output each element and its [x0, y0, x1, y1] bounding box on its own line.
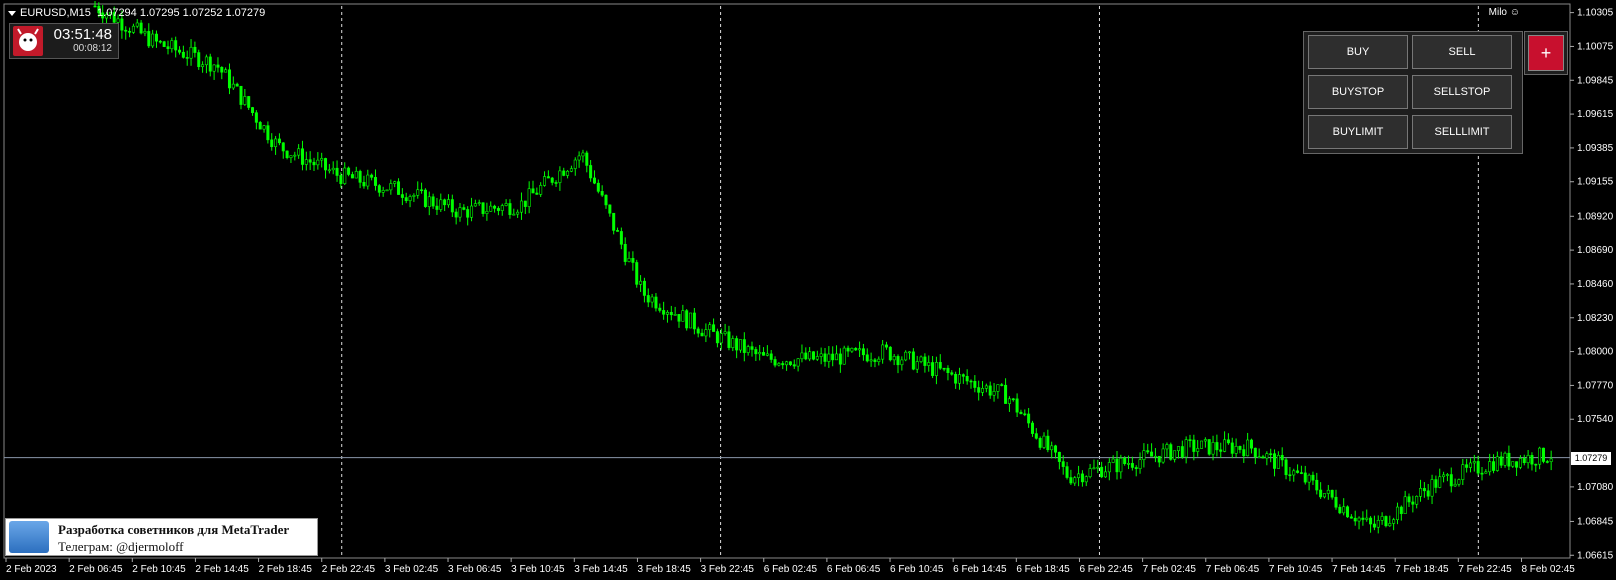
smiley-icon: ☺ — [1509, 7, 1520, 18]
time-label: 3 Feb 06:45 — [448, 564, 502, 575]
bar-countdown: 00:08:12 — [73, 43, 112, 54]
price-label: 1.07770 — [1577, 380, 1614, 391]
price-label: 1.09615 — [1577, 109, 1614, 120]
price-label: 1.08230 — [1577, 313, 1614, 324]
clock-time: 03:51:48 — [53, 26, 112, 43]
bull-logo-icon — [13, 26, 43, 56]
price-label: 1.10075 — [1577, 41, 1614, 52]
time-label: 7 Feb 18:45 — [1395, 564, 1449, 575]
add-order-button[interactable]: + — [1528, 35, 1564, 71]
time-label: 6 Feb 02:45 — [764, 564, 818, 575]
banner-contact: Телеграм: @djermoloff — [58, 539, 184, 554]
candle — [888, 346, 892, 362]
price-label: 1.08920 — [1577, 211, 1614, 222]
time-label: 8 Feb 02:45 — [1521, 564, 1575, 575]
time-label: 3 Feb 18:45 — [637, 564, 691, 575]
time-label: 7 Feb 22:45 — [1458, 564, 1512, 575]
time-label: 3 Feb 14:45 — [574, 564, 628, 575]
candle — [689, 312, 693, 329]
buylimit-button[interactable]: BUYLIMIT — [1308, 115, 1408, 149]
time-label: 2 Feb 2023 — [6, 564, 57, 575]
candle — [685, 309, 689, 331]
candle — [1207, 439, 1211, 456]
symbol-label: EURUSD,M15 — [20, 7, 91, 19]
time-label: 6 Feb 06:45 — [827, 564, 881, 575]
price-label: 1.10305 — [1577, 8, 1614, 19]
sell-button[interactable]: SELL — [1412, 35, 1512, 69]
candle — [1384, 515, 1388, 528]
time-label: 6 Feb 14:45 — [953, 564, 1007, 575]
candle — [197, 49, 201, 70]
candle — [904, 350, 908, 362]
metatrader-logo-icon — [9, 521, 49, 553]
time-label: 3 Feb 22:45 — [701, 564, 755, 575]
time-label: 3 Feb 02:45 — [385, 564, 439, 575]
candle — [1541, 447, 1545, 464]
time-label: 2 Feb 18:45 — [259, 564, 313, 575]
time-label: 2 Feb 22:45 — [322, 564, 376, 575]
ohlc-values: 1.07294 1.07295 1.07252 1.07279 — [97, 7, 266, 19]
buystop-button[interactable]: BUYSTOP — [1308, 75, 1408, 109]
candle — [385, 189, 389, 192]
candle — [842, 345, 846, 365]
time-label: 2 Feb 06:45 — [69, 564, 123, 575]
dropdown-triangle-icon[interactable] — [8, 10, 16, 16]
candle — [258, 120, 262, 130]
time-label: 7 Feb 14:45 — [1332, 564, 1386, 575]
sellstop-button[interactable]: SELLSTOP — [1412, 75, 1512, 109]
symbol-header: EURUSD,M15 1.07294 1.07295 1.07252 1.072… — [8, 7, 265, 19]
expert-name: Milo — [1488, 7, 1507, 18]
time-label: 7 Feb 10:45 — [1269, 564, 1323, 575]
candle — [635, 259, 639, 288]
candle — [811, 351, 815, 361]
developer-banner[interactable]: Разработка советников для MetaTrader Тел… — [5, 518, 318, 556]
candle — [1200, 440, 1204, 449]
clock-widget: 03:51:48 00:08:12 — [9, 23, 119, 59]
price-label: 1.06845 — [1577, 516, 1614, 527]
trade-panel: BUY SELL BUYSTOP SELLSTOP BUYLIMIT SELLL… — [1303, 31, 1523, 154]
candle — [1503, 451, 1507, 468]
time-label: 2 Feb 14:45 — [195, 564, 249, 575]
price-label: 1.09845 — [1577, 75, 1614, 86]
price-label: 1.08690 — [1577, 245, 1614, 256]
expert-label: Milo ☺ — [1489, 7, 1520, 18]
time-label: 3 Feb 10:45 — [511, 564, 565, 575]
candle — [423, 188, 427, 208]
candle — [1169, 442, 1173, 461]
price-label: 1.09385 — [1577, 143, 1614, 154]
time-label: 2 Feb 10:45 — [132, 564, 186, 575]
time-label: 6 Feb 22:45 — [1079, 564, 1133, 575]
banner-title: Разработка советников для MetaTrader — [58, 522, 290, 537]
price-label: 1.08000 — [1577, 347, 1614, 358]
current-price-tag: 1.07279 — [1571, 451, 1611, 465]
price-label: 1.08460 — [1577, 279, 1614, 290]
candle — [1346, 505, 1350, 518]
price-label: 1.07540 — [1577, 414, 1614, 425]
time-label: 7 Feb 02:45 — [1143, 564, 1197, 575]
price-label: 1.09155 — [1577, 177, 1614, 188]
price-label: 1.07080 — [1577, 482, 1614, 493]
time-label: 6 Feb 18:45 — [1016, 564, 1070, 575]
time-label: 7 Feb 06:45 — [1206, 564, 1260, 575]
selllimit-button[interactable]: SELLLIMIT — [1412, 115, 1512, 149]
candle — [162, 40, 166, 48]
buy-button[interactable]: BUY — [1308, 35, 1408, 69]
price-label: 1.06615 — [1577, 550, 1614, 561]
candle — [285, 150, 289, 160]
time-label: 6 Feb 10:45 — [890, 564, 944, 575]
